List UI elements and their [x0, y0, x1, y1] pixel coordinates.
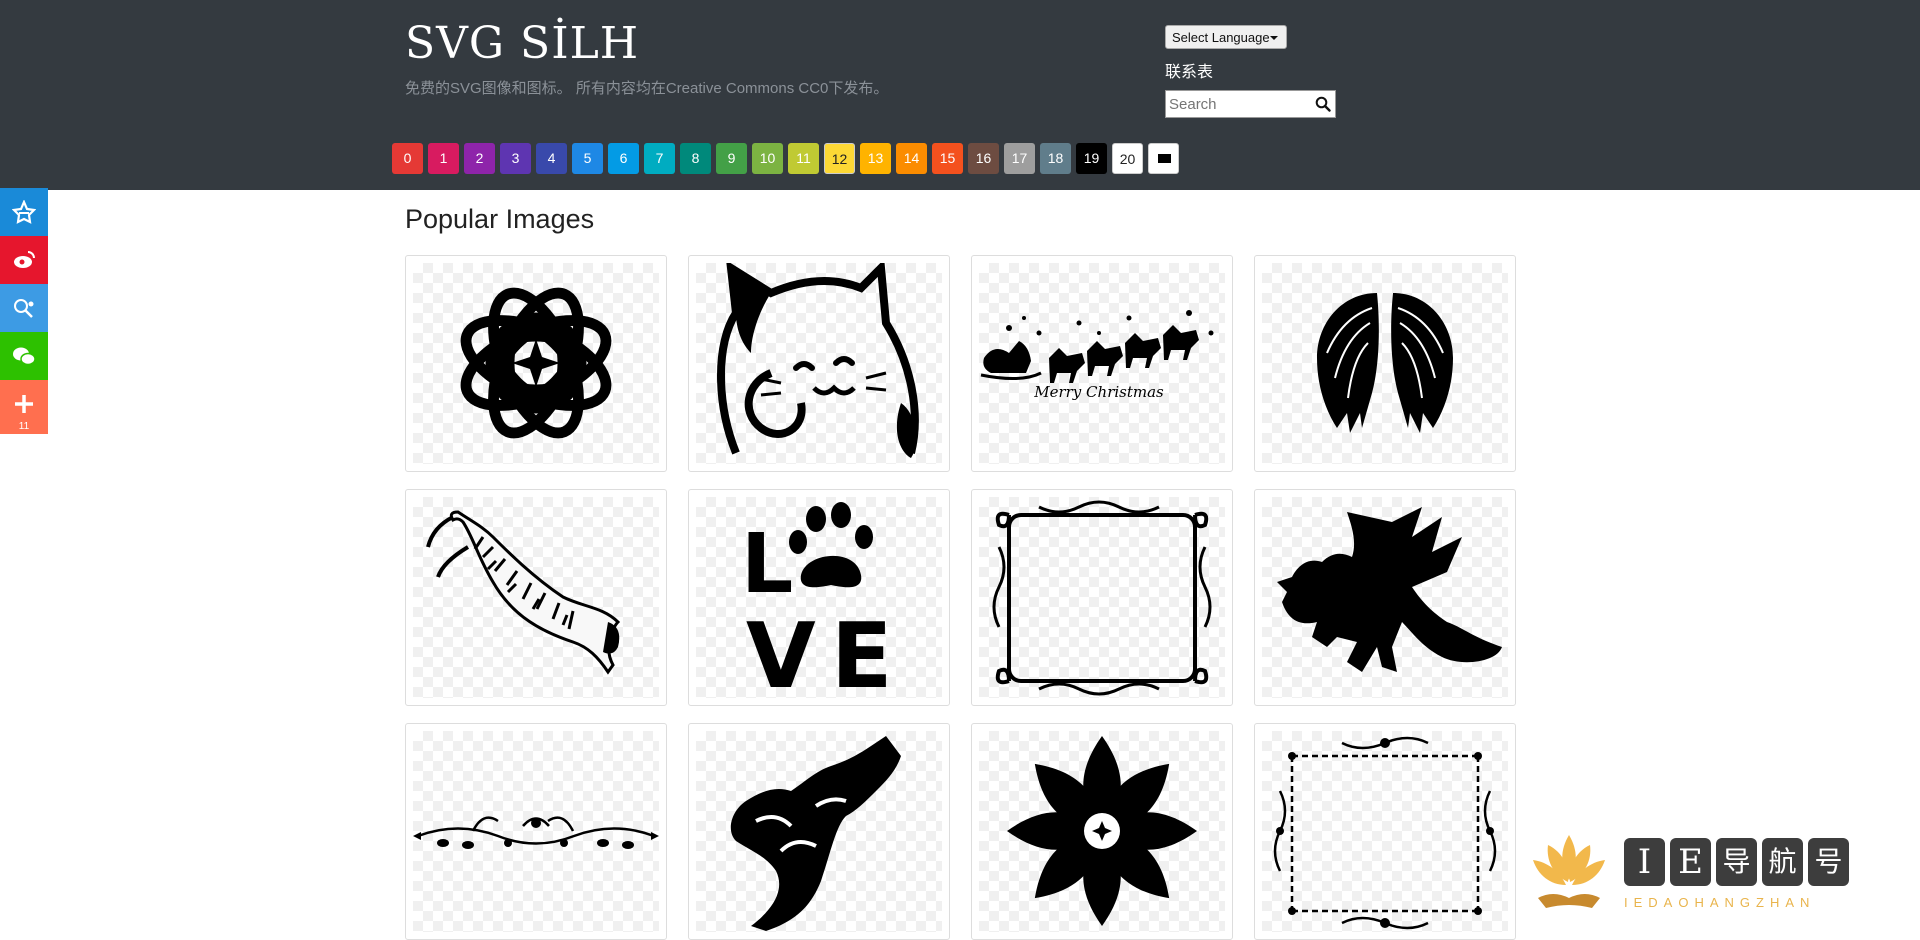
share-button-weibo[interactable] — [0, 236, 48, 284]
share-sidebar: 11 — [0, 188, 48, 434]
lotus-icon — [1533, 835, 1605, 908]
color-filter-18[interactable]: 18 — [1040, 143, 1071, 174]
image-card[interactable] — [405, 723, 667, 940]
image-card[interactable] — [1254, 489, 1516, 706]
contact-link[interactable]: 联系表 — [1165, 58, 1213, 82]
color-filter-4[interactable]: 4 — [536, 143, 567, 174]
image-card[interactable] — [405, 255, 667, 472]
color-filter-3[interactable]: 3 — [500, 143, 531, 174]
love-letter-v: V — [746, 604, 816, 698]
share-button-qq-zone[interactable] — [0, 284, 48, 332]
image-card[interactable] — [971, 489, 1233, 706]
image-card[interactable] — [1254, 723, 1516, 940]
color-filter-7[interactable]: 7 — [644, 143, 675, 174]
flower-icon — [1007, 736, 1197, 926]
color-filter-2[interactable]: 2 — [464, 143, 495, 174]
color-filter-16[interactable]: 16 — [968, 143, 999, 174]
color-filter-15[interactable]: 15 — [932, 143, 963, 174]
site-tagline: 免费的SVG图像和图标。 所有内容均在Creative Commons CC0下… — [405, 80, 889, 97]
frame-icon — [992, 500, 1212, 696]
watermark-subtitle: IEDAOHANGZHAN — [1624, 895, 1816, 910]
share-button-plus[interactable]: 11 — [0, 380, 48, 434]
watermark-char: 导 — [1716, 838, 1757, 886]
love-letter-l: L — [741, 517, 793, 612]
qq-zone-icon — [14, 299, 34, 318]
square-frame-icon — [1273, 736, 1497, 930]
cat-icon — [717, 263, 919, 458]
tiger-icon — [426, 510, 621, 675]
wings-icon — [1317, 293, 1453, 433]
image-card[interactable] — [1254, 255, 1516, 472]
share-button-favorite[interactable] — [0, 188, 48, 236]
search-input[interactable] — [1169, 94, 1309, 114]
mandala-icon — [460, 287, 612, 439]
image-card[interactable] — [688, 723, 950, 940]
search-box — [1165, 90, 1336, 118]
share-button-wechat[interactable] — [0, 332, 48, 380]
color-filter-black-fill[interactable] — [1148, 143, 1179, 174]
wolf-icon — [730, 736, 901, 931]
language-select-label: Select Language — [1172, 30, 1270, 45]
color-filter-0[interactable]: 0 — [392, 143, 423, 174]
color-filter-14[interactable]: 14 — [896, 143, 927, 174]
divider-icon — [413, 816, 659, 849]
watermark-char: 航 — [1762, 838, 1803, 886]
color-filter-9[interactable]: 9 — [716, 143, 747, 174]
love-paw-icon: L V E — [741, 502, 892, 698]
wechat-icon — [13, 347, 36, 366]
image-card[interactable]: Merry Christmas — [971, 255, 1233, 472]
image-card[interactable] — [688, 255, 950, 472]
weibo-icon — [14, 251, 35, 268]
color-filter-19[interactable]: 19 — [1076, 143, 1107, 174]
watermark-char: I — [1624, 838, 1665, 886]
search-icon[interactable] — [1315, 96, 1331, 112]
language-select[interactable]: Select Language — [1165, 25, 1287, 49]
color-filter-1[interactable]: 1 — [428, 143, 459, 174]
watermark-logo: IE导航号 IEDAOHANGZHAN — [1528, 825, 1894, 925]
love-letter-e: E — [831, 604, 892, 698]
favorite-icon — [12, 200, 36, 224]
watermark-char: E — [1670, 838, 1711, 886]
color-filter-5[interactable]: 5 — [572, 143, 603, 174]
color-filter-17[interactable]: 17 — [1004, 143, 1035, 174]
dragon-icon — [1277, 507, 1502, 672]
color-filter-13[interactable]: 13 — [860, 143, 891, 174]
image-card[interactable]: L V E — [688, 489, 950, 706]
sleigh-caption: Merry Christmas — [1033, 383, 1164, 401]
color-filter-10[interactable]: 10 — [752, 143, 783, 174]
watermark-char: 号 — [1808, 838, 1849, 886]
site-title[interactable]: SVG SİLH — [405, 18, 639, 69]
site-header: SVG SİLH 免费的SVG图像和图标。 所有内容均在Creative Com… — [0, 0, 1920, 190]
color-filter-8[interactable]: 8 — [680, 143, 711, 174]
black-fill-icon — [1158, 154, 1171, 163]
color-filter-12[interactable]: 12 — [824, 143, 855, 174]
color-filter-6[interactable]: 6 — [608, 143, 639, 174]
chevron-down-icon — [1270, 36, 1278, 40]
share-count: 11 — [18, 421, 30, 432]
image-card[interactable] — [405, 489, 667, 706]
section-title: Popular Images — [405, 204, 595, 234]
color-filter-11[interactable]: 11 — [788, 143, 819, 174]
sleigh-icon: Merry Christmas — [980, 310, 1214, 401]
plus-icon — [15, 395, 33, 413]
color-filter-20[interactable]: 20 — [1112, 143, 1143, 174]
image-card[interactable] — [971, 723, 1233, 940]
